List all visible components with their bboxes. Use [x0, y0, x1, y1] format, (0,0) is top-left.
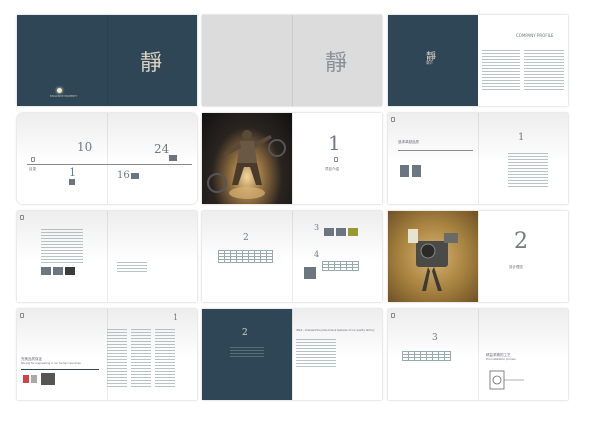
brand-logo: 靜 — [140, 51, 163, 76]
spread-chapter-2-intro[interactable]: 2 IMAX - Oriented the phenomena features… — [202, 309, 382, 400]
brand-logo-grey: 靜 — [325, 51, 348, 76]
chapter-number: 2 — [514, 229, 528, 254]
chapter-2-text-page: IMAX - Oriented the phenomena features o… — [292, 309, 382, 400]
toc-number-16: 16 — [117, 170, 130, 181]
back-cover-page — [17, 15, 107, 106]
lock-icon — [391, 117, 395, 122]
spread-chapter-2[interactable]: 2 设计理念 — [388, 211, 568, 302]
toc-number-10: 10 — [77, 140, 93, 154]
toc-thumbnail — [131, 173, 139, 179]
chapter-number: 3 — [432, 333, 438, 343]
spread-chapter-1-list[interactable] — [17, 211, 197, 302]
chapter-2-navy-page: 2 — [202, 309, 292, 400]
cover-tagline: EXCLUSIVE PROPERTY — [50, 95, 78, 98]
chapter-number: 1 — [173, 313, 179, 322]
chapter-number: 1 — [328, 131, 341, 155]
chapter-number: 4 — [314, 250, 320, 259]
toc-thumbnail — [69, 179, 75, 185]
chapter-number: 2 — [242, 328, 248, 338]
chapter-1-photo-page — [202, 113, 292, 204]
chapter-2-title-page: 2 设计理念 — [478, 211, 568, 302]
installation-diagram — [489, 370, 524, 390]
front-cover-page: 靜 — [107, 15, 197, 106]
lock-icon — [20, 313, 24, 318]
projector-machine-illustration — [408, 229, 458, 291]
spread-chapter-1-detail[interactable]: 追求卓越品质 1 — [388, 113, 568, 204]
chapter-2-photo-page — [388, 211, 478, 302]
profile-subtitle: 简介 — [426, 61, 433, 65]
spread-table-of-contents[interactable]: 目录 10 24 1 16 — [17, 113, 197, 204]
spread-chapter-1[interactable]: 1 项目介绍 — [202, 113, 382, 204]
toc-label: 目录 — [29, 167, 36, 171]
cover-medallion-icon — [57, 88, 62, 93]
installation-table — [402, 351, 451, 361]
chapter-number: 2 — [243, 233, 249, 243]
spread-chapter-3-installation[interactable]: 3 精益求精的工艺 The installation process — [388, 309, 568, 400]
toc-thumbnail — [169, 155, 177, 161]
section-heading: 追求卓越品质 — [398, 140, 419, 144]
spread-cover[interactable]: 靜 EXCLUSIVE PROPERTY — [17, 15, 197, 106]
chapter-caption: 项目介绍 — [325, 167, 339, 171]
toc-number-24: 24 — [154, 142, 170, 156]
lock-icon — [20, 215, 24, 220]
lock-icon — [31, 157, 35, 162]
english-heading: IMAX - Oriented the phenomena features o… — [296, 329, 375, 332]
chapter-number: 1 — [518, 132, 525, 143]
chapter-number: 3 — [314, 223, 320, 232]
spec-table — [218, 250, 273, 263]
english-heading: The installation process — [486, 358, 516, 361]
profile-left-page: 靜 简介 — [388, 15, 478, 106]
lock-icon — [334, 157, 338, 162]
lock-icon — [391, 313, 395, 318]
english-heading: We pay for engineering in our human reso… — [21, 362, 81, 365]
spread-chapter-2-tables[interactable]: 2 3 4 — [202, 211, 382, 302]
chapter-1-title-page: 1 项目介绍 — [292, 113, 382, 204]
sculpture-figure-illustration — [207, 130, 286, 199]
spread-chapter-3-text[interactable]: 1 完美品质保证 We pay for engineering in our h… — [17, 309, 197, 400]
spread-inner-cover[interactable]: 靜 — [202, 15, 382, 106]
toc-number-1: 1 — [69, 166, 76, 179]
profile-right-page: COMPANY PROFILE — [478, 15, 568, 106]
spread-company-profile[interactable]: 靜 简介 COMPANY PROFILE — [388, 15, 568, 106]
chapter-caption: 设计理念 — [509, 265, 523, 269]
profile-title: COMPANY PROFILE — [516, 33, 554, 38]
